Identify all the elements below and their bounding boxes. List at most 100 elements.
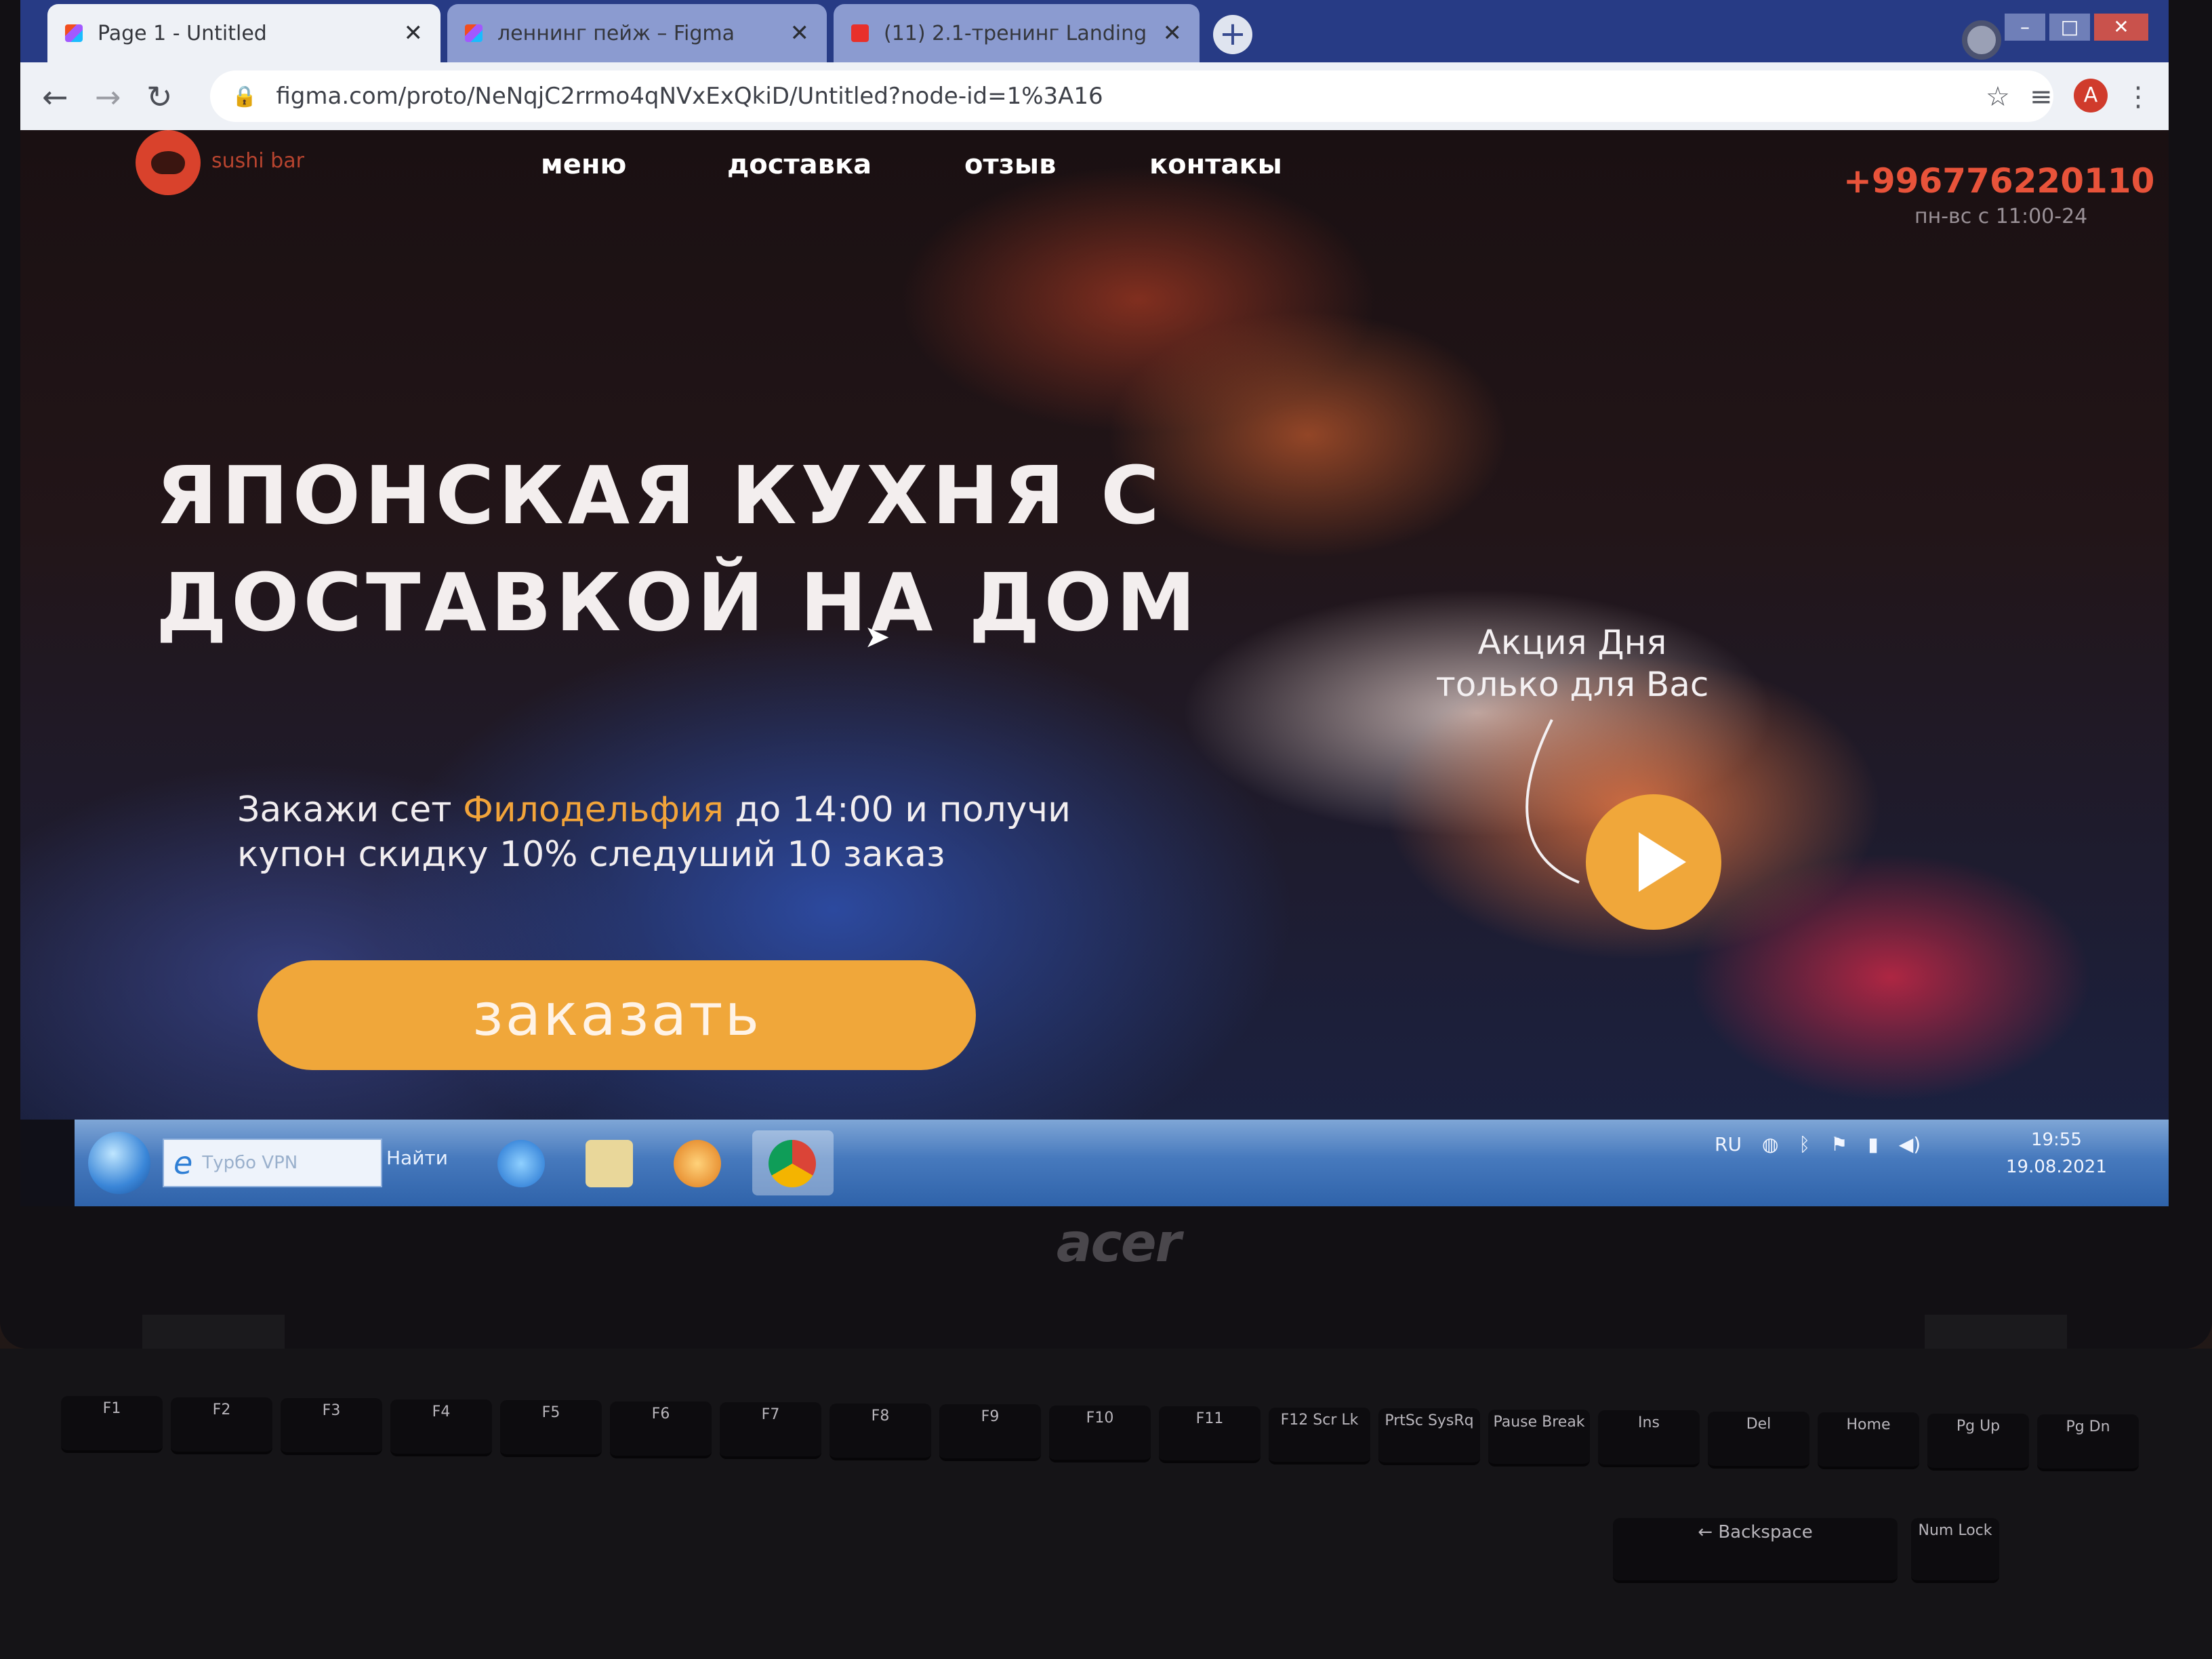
tab-title: Page 1 - Untitled [98,21,267,45]
youtube-icon [851,24,869,42]
more-menu-icon[interactable]: ⋮ [2125,81,2152,112]
play-video-button[interactable] [1586,794,1721,930]
close-tab-icon[interactable]: ✕ [790,20,810,47]
reload-icon[interactable]: ↻ [146,79,173,115]
flag-icon[interactable]: ⚑ [1830,1133,1847,1155]
bluetooth-icon[interactable]: ᛒ [1799,1133,1810,1155]
windows-taskbar: e Турбо VPN Найти RU ◍ ᛒ ⚑ ▮ ◀) 19:55 19… [75,1120,2169,1206]
keyboard-key[interactable]: F9 [939,1404,1041,1461]
keyboard-key[interactable]: F5 [500,1400,602,1457]
back-arrow-icon[interactable]: ← [42,79,68,115]
promo-line: Акция Дня [1477,623,1667,662]
keyboard-key[interactable]: F8 [830,1404,931,1460]
start-button[interactable] [88,1132,150,1194]
tab-title: леннинг пейж – Figma [497,21,735,45]
avatar[interactable]: A [2074,79,2108,112]
numlock-key[interactable]: Num Lock [1911,1518,1999,1583]
nav-contacts[interactable]: контакы [1149,149,1282,180]
keyboard-key[interactable]: Ins [1598,1410,1700,1467]
new-tab-button[interactable]: + [1213,15,1252,54]
hero-title-line: ЯПОНСКАЯ КУХНЯ С [156,449,1164,542]
laptop-keyboard: F1 F2 F3 F4 F5 F6 F7 F8 F9 F10 F11 F12 Scr Lk PrtSc … [0,1349,2212,1659]
keyboard-key[interactable]: F6 [610,1401,712,1458]
language-indicator[interactable]: RU [1715,1133,1742,1155]
phone-number[interactable]: +996776220110 [1843,161,2154,201]
backspace-key[interactable]: ← Backspace [1613,1518,1898,1583]
keyboard-key[interactable]: Pg Up [1927,1414,2029,1471]
maximize-icon[interactable]: □ [2049,14,2090,41]
nav-menu[interactable]: меню [541,149,626,180]
taskbar-media-player[interactable] [657,1130,739,1195]
keyboard-key[interactable]: F2 [171,1397,272,1454]
window-controls: – □ ✕ [2005,14,2148,41]
close-window-icon[interactable]: ✕ [2094,14,2148,41]
laptop-screen: Page 1 - Untitled ✕ леннинг пейж – Figma… [20,0,2169,1206]
keyboard-key[interactable]: F7 [720,1402,821,1459]
internet-explorer-icon [497,1140,545,1187]
keyboard-key[interactable]: F11 [1159,1406,1261,1463]
media-player-icon [674,1140,721,1187]
promo-caption: Акция Дня только для Вас [1396,621,1748,705]
minimize-icon[interactable]: – [2005,14,2045,41]
keyboard-key[interactable]: F12 Scr Lk [1269,1408,1370,1465]
logo-wordmark: sushi bar [211,149,304,173]
tab-youtube-training[interactable]: (11) 2.1-тренинг Landing page ✕ [834,4,1200,62]
taskbar-chrome[interactable] [752,1130,834,1195]
keyboard-key[interactable]: Pause Break [1488,1410,1590,1467]
ie-search-icon: e [173,1145,193,1181]
tab-figma-landing[interactable]: леннинг пейж – Figma ✕ [447,4,827,62]
address-bar[interactable]: 🔒 figma.com/proto/NeNqjC2rrmo4qNVxExQkiD… [210,70,2053,122]
logo-icon[interactable] [136,130,201,195]
forward-arrow-icon[interactable]: → [95,79,121,115]
keyboard-key[interactable]: F10 [1049,1406,1151,1462]
battery-icon[interactable]: ▮ [1868,1133,1878,1155]
mouse-cursor-icon: ➤ [864,618,890,655]
taskbar-ie[interactable] [481,1130,562,1195]
taskbar-clock[interactable]: 19:55 19.08.2021 [2006,1126,2107,1181]
tab-title: (11) 2.1-тренинг Landing page [884,21,1151,45]
keyboard-key[interactable]: F3 [281,1398,382,1455]
offer-before: Закажи сет [237,790,464,830]
offer-line2: купон скидку 10% следуший 10 заказ [237,834,945,875]
figma-icon [465,24,483,42]
hero-title-line: ДОСТАВКОЙ НА ДОМ [156,556,1200,649]
order-button[interactable]: заказать [258,960,976,1070]
offer-accent: Филодельфия [463,790,724,830]
keyboard-key[interactable]: F1 [61,1396,163,1453]
profile-icon[interactable] [1962,20,2001,60]
offer-text: Закажи сет Филодельфия до 14:00 и получи… [237,787,1186,877]
close-tab-icon[interactable]: ✕ [404,20,424,47]
system-tray: RU ◍ ᛒ ⚑ ▮ ◀) [1715,1133,1921,1155]
lock-icon: 🔒 [232,84,258,108]
volume-icon[interactable]: ◀) [1899,1133,1921,1155]
keyboard-key[interactable]: Pg Dn [2037,1414,2139,1471]
tab-page-1[interactable]: Page 1 - Untitled ✕ [47,4,441,62]
nav-reviews[interactable]: отзыв [964,149,1056,180]
close-tab-icon[interactable]: ✕ [1163,20,1183,47]
laptop-bezel: Page 1 - Untitled ✕ леннинг пейж – Figma… [0,0,2212,1349]
network-icon[interactable]: ◍ [1762,1133,1778,1155]
browser-tab-bar: Page 1 - Untitled ✕ леннинг пейж – Figma… [20,0,2169,62]
landing-page: sushi bar меню доставка отзыв контакы +9… [20,130,2169,1120]
clock-time: 19:55 [2030,1130,2082,1150]
taskbar-search-button[interactable]: Найти [386,1147,448,1169]
offer-after: до 14:00 и получи [724,790,1071,830]
keyboard-key[interactable]: Del [1708,1412,1809,1469]
keyboard-key[interactable]: Home [1818,1412,1919,1469]
acer-logo: acer [1056,1213,1181,1274]
chrome-icon [769,1140,816,1187]
taskbar-explorer[interactable] [569,1130,651,1195]
opening-hours: пн-вс с 11:00-24 [1914,205,2088,228]
keyboard-key[interactable]: F4 [390,1399,492,1456]
nav-delivery[interactable]: доставка [727,149,872,180]
play-icon [1639,832,1686,892]
browser-toolbar: ← → ↻ 🔒 figma.com/proto/NeNqjC2rrmo4qNVx… [20,62,2169,130]
taskbar-search-input[interactable]: e Турбо VPN [163,1139,382,1187]
star-bookmark-icon[interactable]: ☆ [1986,81,2010,112]
search-placeholder: Турбо VPN [202,1153,298,1173]
media-queue-icon[interactable]: ≡ [2030,81,2053,112]
promo-line: только для Вас [1435,665,1709,704]
url-text: figma.com/proto/NeNqjC2rrmo4qNVxExQkiD/U… [276,83,1103,110]
hero-title: ЯПОНСКАЯ КУХНЯ С ДОСТАВКОЙ НА ДОМ [156,442,1240,656]
keyboard-key[interactable]: PrtSc SysRq [1378,1408,1480,1465]
